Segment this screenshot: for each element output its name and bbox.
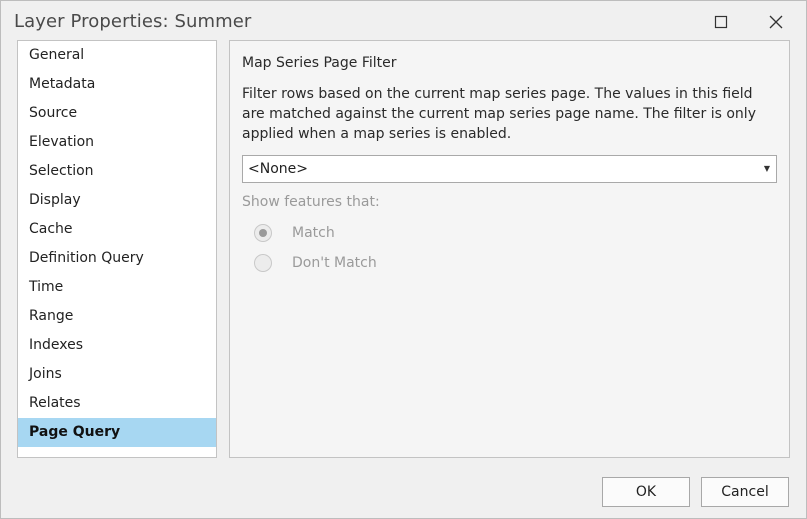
sidebar-item-cache[interactable]: Cache — [18, 215, 216, 244]
dont-match-radio[interactable] — [254, 254, 272, 272]
page-query-panel: Map Series Page Filter Filter rows based… — [229, 40, 790, 458]
sidebar-item-time[interactable]: Time — [18, 273, 216, 302]
sidebar-item-source[interactable]: Source — [18, 99, 216, 128]
dont-match-radio-option[interactable]: Don't Match — [254, 252, 377, 274]
sidebar-item-indexes[interactable]: Indexes — [18, 331, 216, 360]
sidebar-item-page-query[interactable]: Page Query — [18, 418, 216, 447]
sidebar-item-definition-query[interactable]: Definition Query — [18, 244, 216, 273]
sidebar-item-metadata[interactable]: Metadata — [18, 70, 216, 99]
section-description: Filter rows based on the current map ser… — [242, 86, 756, 142]
radio-selected-dot — [259, 229, 267, 237]
sidebar-item-selection[interactable]: Selection — [18, 157, 216, 186]
match-radio-label: Match — [292, 225, 335, 241]
sidebar-nav: General Metadata Source Elevation Select… — [17, 40, 217, 458]
layer-properties-dialog: Layer Properties: Summer General Metadat… — [0, 0, 807, 519]
sidebar-item-general[interactable]: General — [18, 41, 216, 70]
sidebar-item-range[interactable]: Range — [18, 302, 216, 331]
match-radio[interactable] — [254, 224, 272, 242]
match-radio-option[interactable]: Match — [254, 222, 335, 244]
sidebar-item-display[interactable]: Display — [18, 186, 216, 215]
cancel-button[interactable]: Cancel — [701, 477, 789, 507]
dont-match-radio-label: Don't Match — [292, 255, 377, 271]
sidebar-item-relates[interactable]: Relates — [18, 389, 216, 418]
show-features-label: Show features that: — [242, 194, 380, 210]
ok-button[interactable]: OK — [602, 477, 690, 507]
chevron-down-icon: ▼ — [763, 164, 770, 173]
sidebar-item-joins[interactable]: Joins — [18, 360, 216, 389]
close-icon — [769, 15, 783, 29]
page-field-select-value: <None> — [248, 161, 308, 177]
window-title: Layer Properties: Summer — [14, 11, 252, 32]
section-heading: Map Series Page Filter — [242, 55, 397, 71]
maximize-icon — [714, 15, 728, 29]
sidebar-item-elevation[interactable]: Elevation — [18, 128, 216, 157]
page-field-select[interactable]: <None> ▼ — [242, 155, 777, 183]
close-button[interactable] — [760, 7, 792, 37]
maximize-button[interactable] — [705, 7, 737, 37]
